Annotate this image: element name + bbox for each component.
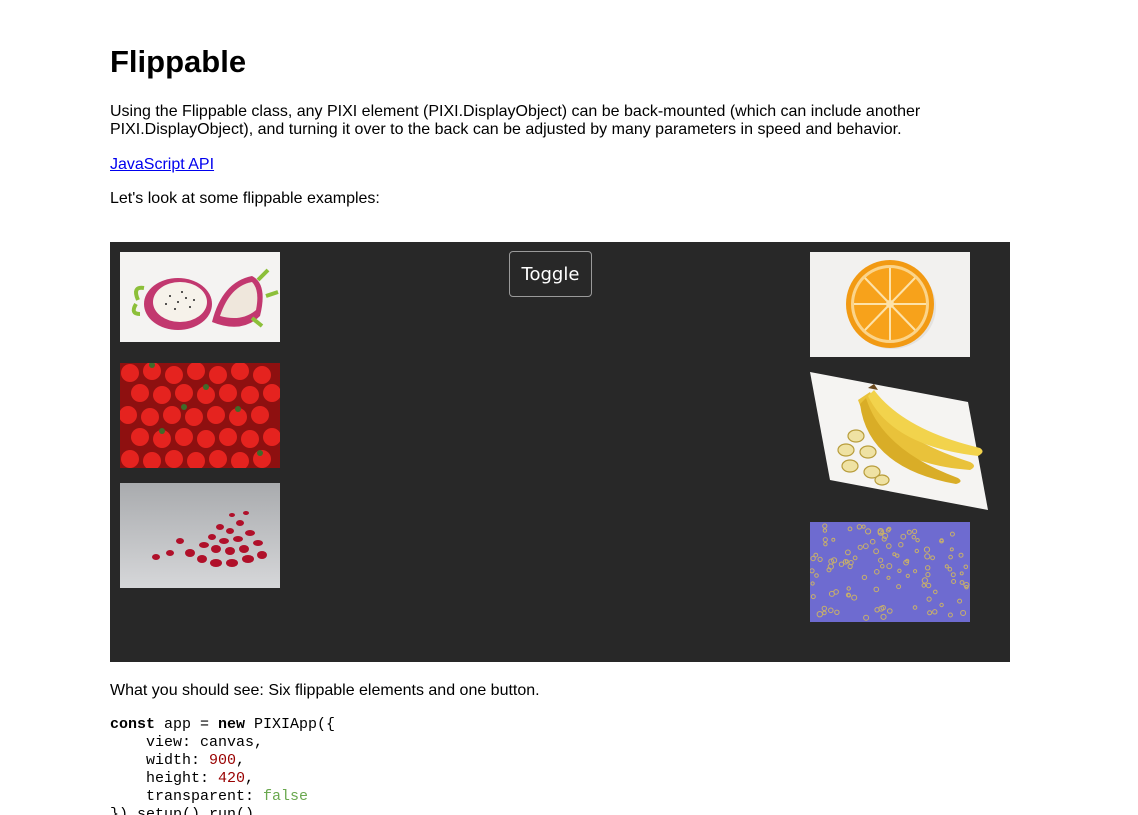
code-text: , (236, 752, 246, 769)
code-text: transparent: (110, 788, 264, 805)
flippable-strawberries[interactable] (120, 363, 280, 468)
pomegranate-image (120, 483, 280, 588)
expectation-text: What you should see: Six flippable eleme… (110, 682, 540, 699)
code-literal: false (263, 788, 309, 805)
orange-image (810, 252, 970, 357)
pixi-canvas[interactable]: Toggle (110, 242, 1010, 662)
code-text: , (245, 770, 255, 787)
javascript-api-link[interactable]: JavaScript API (110, 156, 214, 174)
intro-paragraph: Using the Flippable class, any PIXI elem… (110, 103, 921, 138)
bubble-pattern-image (810, 522, 970, 622)
banana-image (810, 372, 988, 510)
toggle-button[interactable]: Toggle (509, 251, 592, 297)
code-text: width: (110, 752, 210, 769)
code-snippet: const app = new PIXIApp({ view: canvas, … (110, 716, 335, 815)
strawberries-image (120, 363, 280, 468)
examples-intro-text: Let's look at some flippable examples: (110, 190, 380, 207)
code-keyword: const (110, 716, 156, 733)
flippable-bubbles[interactable] (810, 522, 970, 622)
code-text: view: canvas, (110, 734, 264, 751)
flippable-orange[interactable] (810, 252, 970, 357)
flippable-dragon-fruit[interactable] (120, 252, 280, 342)
flippable-banana[interactable] (810, 372, 990, 510)
code-text: height: (110, 770, 219, 787)
code-number: 900 (209, 752, 237, 769)
code-text: }).setup().run() (110, 806, 255, 815)
code-text: PIXIApp({ (245, 716, 336, 733)
page-title: Flippable (110, 44, 247, 79)
code-number: 420 (218, 770, 246, 787)
dragon-fruit-image (120, 252, 280, 342)
code-text: app = (155, 716, 219, 733)
flippable-pomegranate[interactable] (120, 483, 280, 588)
code-keyword: new (218, 716, 246, 733)
